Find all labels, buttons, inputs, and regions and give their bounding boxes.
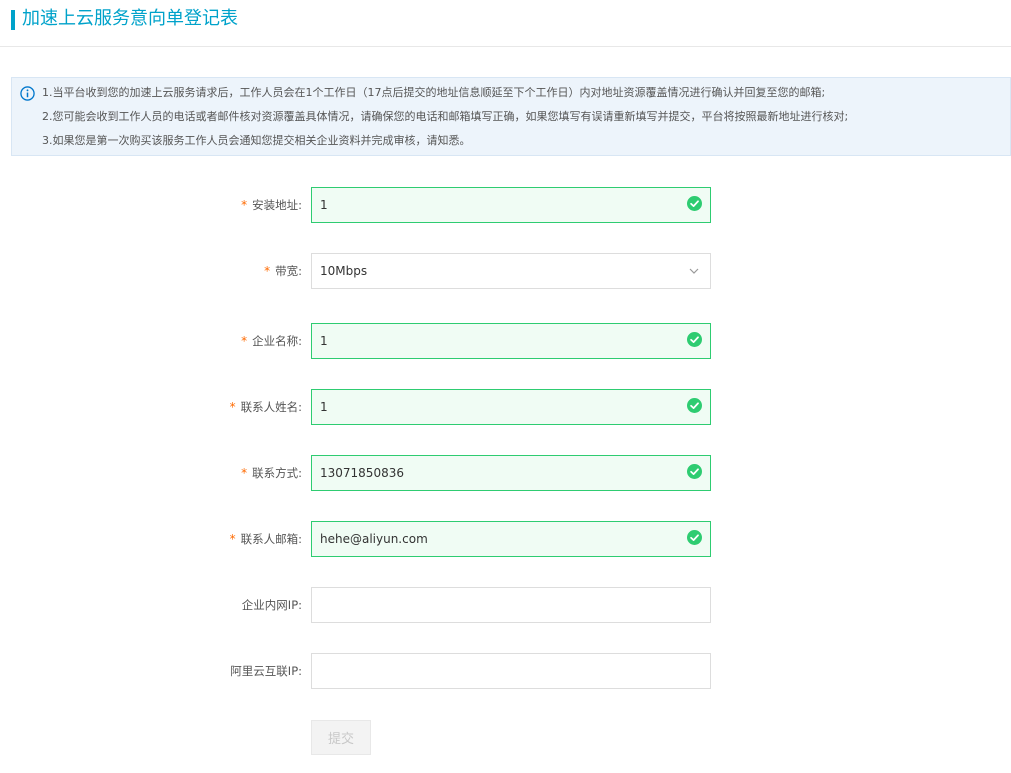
contact-phone-input[interactable] <box>311 455 711 491</box>
contact-email-label-text: 联系人邮箱: <box>240 532 302 546</box>
bandwidth-selected-value: 10Mbps <box>320 264 368 278</box>
page-title: 加速上云服务意向单登记表 <box>22 8 238 29</box>
bandwidth-select[interactable]: 10Mbps <box>311 253 711 289</box>
company-name-row: * 企业名称: <box>0 323 1011 359</box>
required-mark: * <box>264 264 271 278</box>
install-address-row: * 安装地址: <box>0 187 1011 223</box>
chevron-down-icon[interactable] <box>689 267 699 275</box>
notice-line-2: 2.您可能会收到工作人员的电话或者邮件核对资源覆盖具体情况，请确保您的电话和邮箱… <box>42 110 849 123</box>
required-mark: * <box>241 334 248 348</box>
check-circle-icon <box>687 464 702 479</box>
intranet-ip-input[interactable] <box>311 587 711 623</box>
install-address-input[interactable] <box>311 187 711 223</box>
contact-phone-row: * 联系方式: <box>0 455 1011 491</box>
company-name-label-text: 企业名称: <box>252 334 302 348</box>
contact-phone-label-text: 联系方式: <box>252 466 302 480</box>
install-address-label-text: 安装地址: <box>252 198 302 212</box>
check-circle-icon <box>687 196 702 211</box>
bandwidth-label-text: 带宽: <box>275 264 302 278</box>
intranet-ip-label: 企业内网IP: <box>241 598 302 612</box>
interconnect-ip-label: 阿里云互联IP: <box>230 664 302 678</box>
page-header: 加速上云服务意向单登记表 <box>0 0 1011 47</box>
intranet-ip-row: 企业内网IP: <box>0 587 1011 623</box>
contact-name-label: * 联系人姓名: <box>230 389 302 425</box>
check-circle-icon <box>687 530 702 545</box>
submit-button[interactable]: 提交 <box>311 720 371 755</box>
install-address-label: * 安装地址: <box>241 187 302 223</box>
required-mark: * <box>241 466 248 480</box>
info-icon <box>20 86 35 101</box>
contact-email-row: * 联系人邮箱: <box>0 521 1011 557</box>
required-mark: * <box>229 400 236 414</box>
title-accent-bar <box>11 10 15 30</box>
interconnect-ip-input[interactable] <box>311 653 711 689</box>
contact-email-input[interactable] <box>311 521 711 557</box>
required-mark: * <box>229 532 236 546</box>
interconnect-ip-row: 阿里云互联IP: <box>0 653 1011 689</box>
notice-box: 1.当平台收到您的加速上云服务请求后，工作人员会在1个工作日（17点后提交的地址… <box>11 77 1011 156</box>
contact-phone-label: * 联系方式: <box>241 455 302 491</box>
company-name-input[interactable] <box>311 323 711 359</box>
required-mark: * <box>241 198 248 212</box>
contact-name-row: * 联系人姓名: <box>0 389 1011 425</box>
company-name-label: * 企业名称: <box>241 323 302 359</box>
check-circle-icon <box>687 398 702 413</box>
check-circle-icon <box>687 332 702 347</box>
contact-email-label: * 联系人邮箱: <box>230 521 302 557</box>
bandwidth-label: * 带宽: <box>264 253 302 289</box>
notice-line-3: 3.如果您是第一次购买该服务工作人员会通知您提交相关企业资料并完成审核，请知悉。 <box>42 134 471 147</box>
contact-name-input[interactable] <box>311 389 711 425</box>
notice-line-1: 1.当平台收到您的加速上云服务请求后，工作人员会在1个工作日（17点后提交的地址… <box>42 86 826 99</box>
bandwidth-row: * 带宽: 10Mbps <box>0 253 1011 289</box>
contact-name-label-text: 联系人姓名: <box>240 400 302 414</box>
